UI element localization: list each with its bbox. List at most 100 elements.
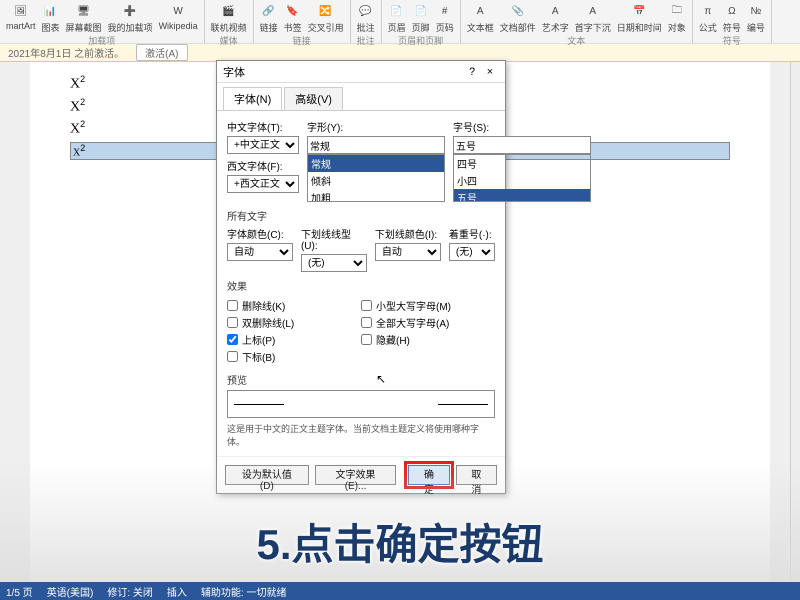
- checkbox-input[interactable]: [227, 317, 238, 328]
- activate-button[interactable]: 激活(A): [136, 44, 187, 61]
- ribbon-icon: 💬: [357, 2, 375, 20]
- ribbon-label: 编号: [747, 21, 765, 34]
- ribbon-group: 🖼martArt📊图表🖥屏幕截图➕我的加载项WWikipedia加载项: [0, 0, 205, 43]
- effect-checkbox[interactable]: 全部大写字母(A): [361, 315, 495, 330]
- ok-button[interactable]: 确定: [408, 465, 449, 485]
- dialog-titlebar[interactable]: 字体 ? ×: [217, 61, 505, 83]
- help-icon[interactable]: ?: [463, 66, 481, 78]
- ribbon-icon: 📄: [388, 2, 406, 20]
- ribbon-label: 首字下沉: [575, 21, 611, 34]
- vertical-scrollbar[interactable]: [790, 62, 800, 582]
- effects-right-col: 小型大写字母(M) 全部大写字母(A) 隐藏(H): [361, 296, 495, 366]
- ribbon-item[interactable]: №编号: [747, 2, 765, 34]
- ribbon-item[interactable]: 🎬联机视频: [211, 2, 247, 34]
- cancel-button[interactable]: 取消: [456, 465, 497, 485]
- checkbox-input[interactable]: [227, 300, 238, 311]
- status-track[interactable]: 修订: 关闭: [107, 584, 153, 599]
- ribbon-label: 日期和时间: [617, 21, 662, 34]
- effect-checkbox[interactable]: 删除线(K): [227, 298, 361, 313]
- close-icon[interactable]: ×: [481, 66, 499, 78]
- ribbon-icon: 📄: [412, 2, 430, 20]
- effects-label: 效果: [227, 278, 495, 293]
- preview-hint: 这是用于中文的正文主题字体。当前文档主题定义将使用哪种字体。: [227, 422, 495, 448]
- ribbon-icon: 📎: [509, 2, 527, 20]
- ribbon-group-name: 页眉和页脚: [398, 34, 443, 47]
- style-opt-bold[interactable]: 加粗: [308, 189, 444, 202]
- checkbox-input[interactable]: [227, 334, 238, 345]
- checkbox-input[interactable]: [361, 334, 372, 345]
- ribbon-item[interactable]: 🖼martArt: [6, 2, 36, 34]
- ribbon-item[interactable]: 🔀交叉引用: [308, 2, 344, 34]
- text-effects-button[interactable]: 文字效果(E)...: [315, 465, 397, 485]
- ribbon-icon: A: [584, 2, 602, 20]
- ribbon-item[interactable]: 📊图表: [42, 2, 60, 34]
- style-opt-regular[interactable]: 常规: [308, 155, 444, 172]
- ribbon-item[interactable]: 🗀对象: [668, 2, 686, 34]
- emphasis-select[interactable]: (无): [449, 243, 495, 261]
- style-listbox[interactable]: 常规 倾斜 加粗: [307, 154, 445, 202]
- ribbon-item[interactable]: 🔖书签: [284, 2, 302, 34]
- size-listbox[interactable]: 四号 小四 五号: [453, 154, 591, 202]
- ribbon-item[interactable]: WWikipedia: [159, 2, 198, 34]
- ribbon-icon: ➕: [121, 2, 139, 20]
- status-lang[interactable]: 英语(美国): [47, 584, 94, 599]
- size-opt-2[interactable]: 五号: [454, 189, 590, 202]
- size-input[interactable]: [453, 136, 591, 154]
- ribbon-item[interactable]: 🔗链接: [260, 2, 278, 34]
- preview-label: 预览: [227, 372, 495, 387]
- ul-color-select[interactable]: 自动: [375, 243, 441, 261]
- ribbon-icon: 🔀: [317, 2, 335, 20]
- ribbon-item[interactable]: 🖥屏幕截图: [66, 2, 102, 34]
- effect-checkbox[interactable]: 双删除线(L): [227, 315, 361, 330]
- status-page[interactable]: 1/5 页: [6, 584, 33, 599]
- dialog-title: 字体: [223, 64, 463, 80]
- status-accessibility[interactable]: 辅助功能: 一切就绪: [201, 584, 287, 599]
- ribbon-item[interactable]: 💬批注: [357, 2, 375, 34]
- ribbon-item[interactable]: 📄页眉: [388, 2, 406, 34]
- effect-checkbox[interactable]: 上标(P): [227, 332, 361, 347]
- ribbon-label: 符号: [723, 21, 741, 34]
- effect-checkbox[interactable]: 下标(B): [227, 349, 361, 364]
- ribbon-group-name: 文本: [567, 34, 585, 47]
- size-opt-1[interactable]: 小四: [454, 172, 590, 189]
- tab-font[interactable]: 字体(N): [223, 87, 282, 110]
- ribbon-item[interactable]: #页码: [436, 2, 454, 34]
- checkbox-label: 删除线(K): [242, 298, 285, 313]
- ribbon-group-name: 链接: [293, 34, 311, 47]
- ribbon-item[interactable]: ➕我的加载项: [108, 2, 153, 34]
- ribbon-item[interactable]: π公式: [699, 2, 717, 34]
- style-input[interactable]: [307, 136, 445, 154]
- ribbon-label: 链接: [260, 21, 278, 34]
- checkbox-input[interactable]: [227, 351, 238, 362]
- effect-checkbox[interactable]: 隐藏(H): [361, 332, 495, 347]
- checkbox-label: 上标(P): [242, 332, 275, 347]
- checkbox-input[interactable]: [361, 300, 372, 311]
- ribbon-item[interactable]: 📎文档部件: [500, 2, 536, 34]
- checkbox-input[interactable]: [361, 317, 372, 328]
- ribbon-icon: 🎬: [220, 2, 238, 20]
- size-opt-0[interactable]: 四号: [454, 155, 590, 172]
- ribbon-item[interactable]: Ω符号: [723, 2, 741, 34]
- all-text-label: 所有文字: [227, 208, 495, 223]
- ribbon-icon: 🗀: [668, 2, 686, 20]
- ribbon-item[interactable]: A首字下沉: [575, 2, 611, 34]
- status-insert[interactable]: 插入: [167, 584, 187, 599]
- color-select[interactable]: 自动: [227, 243, 293, 261]
- underline-select[interactable]: (无): [301, 254, 367, 272]
- ribbon-item[interactable]: 📄页脚: [412, 2, 430, 34]
- effects-left-col: 删除线(K) 双删除线(L) 上标(P) 下标(B): [227, 296, 361, 366]
- ribbon-item[interactable]: A文本框: [467, 2, 494, 34]
- cn-font-select[interactable]: +中文正文: [227, 136, 299, 154]
- ribbon-item[interactable]: A艺术字: [542, 2, 569, 34]
- ribbon-label: 批注: [357, 21, 375, 34]
- dialog-tabs: 字体(N) 高级(V): [217, 83, 505, 111]
- ribbon-icon: 📊: [42, 2, 60, 20]
- en-font-label: 西文字体(F):: [227, 158, 299, 173]
- tab-advanced[interactable]: 高级(V): [284, 87, 343, 110]
- style-opt-italic[interactable]: 倾斜: [308, 172, 444, 189]
- en-font-select[interactable]: +西文正文: [227, 175, 299, 193]
- ribbon-item[interactable]: 📅日期和时间: [617, 2, 662, 34]
- effect-checkbox[interactable]: 小型大写字母(M): [361, 298, 495, 313]
- color-label: 字体颜色(C):: [227, 226, 293, 241]
- set-default-button[interactable]: 设为默认值(D): [225, 465, 309, 485]
